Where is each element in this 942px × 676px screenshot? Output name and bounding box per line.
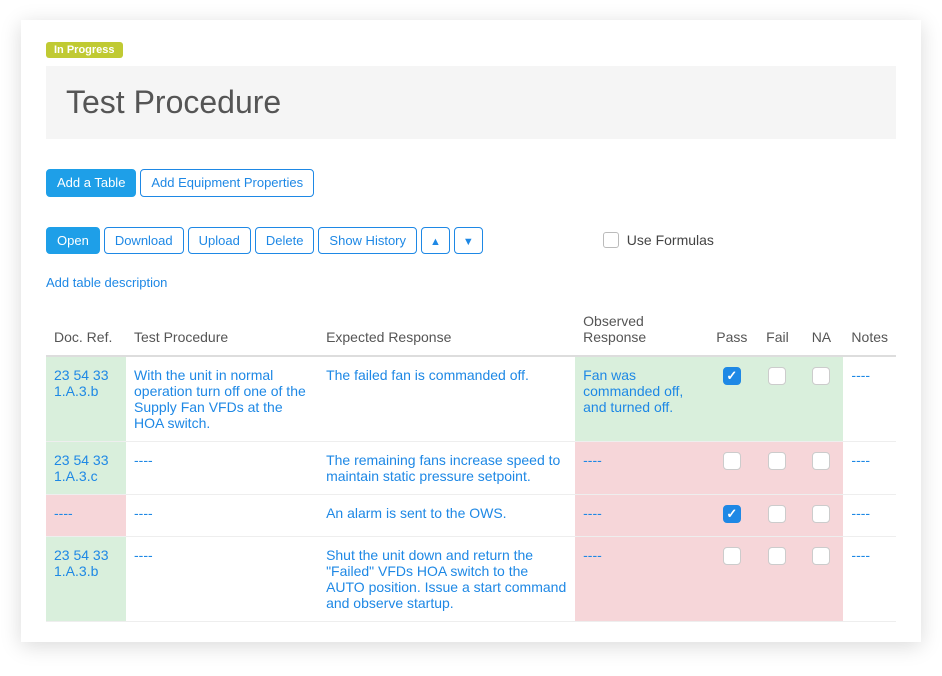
na-checkbox[interactable]	[812, 547, 830, 565]
fail-checkbox[interactable]	[768, 505, 786, 523]
fail-cell	[755, 537, 799, 622]
col-fail: Fail	[755, 305, 799, 356]
procedure-cell[interactable]: With the unit in normal operation turn o…	[126, 356, 318, 442]
table-row: --------An alarm is sent to the OWS.----…	[46, 495, 896, 537]
observed-cell[interactable]: ----	[575, 537, 708, 622]
open-button[interactable]: Open	[46, 227, 100, 255]
table-row: 23 54 33 1.A.3.b----Shut the unit down a…	[46, 537, 896, 622]
notes-cell[interactable]: ----	[843, 495, 896, 537]
notes-cell[interactable]: ----	[843, 356, 896, 442]
page-card: In Progress Test Procedure Add a Table A…	[21, 20, 921, 642]
fail-checkbox[interactable]	[768, 452, 786, 470]
use-formulas-label: Use Formulas	[627, 232, 714, 248]
add-table-button[interactable]: Add a Table	[46, 169, 136, 197]
doc-ref-cell[interactable]: 23 54 33 1.A.3.b	[46, 537, 126, 622]
na-checkbox[interactable]	[812, 452, 830, 470]
add-equipment-button[interactable]: Add Equipment Properties	[140, 169, 314, 197]
table-row: 23 54 33 1.A.3.c----The remaining fans i…	[46, 442, 896, 495]
pass-cell	[708, 495, 755, 537]
procedure-table: Doc. Ref. Test Procedure Expected Respon…	[46, 305, 896, 622]
fail-cell	[755, 495, 799, 537]
col-notes: Notes	[843, 305, 896, 356]
notes-cell[interactable]: ----	[843, 537, 896, 622]
move-down-button[interactable]: ▼	[454, 227, 483, 255]
doc-ref-cell[interactable]: ----	[46, 495, 126, 537]
use-formulas-toggle[interactable]: Use Formulas	[603, 232, 714, 248]
arrow-up-icon: ▲	[430, 236, 441, 248]
fail-checkbox[interactable]	[768, 547, 786, 565]
pass-checkbox[interactable]	[723, 505, 741, 523]
move-up-button[interactable]: ▲	[421, 227, 450, 255]
pass-checkbox[interactable]	[723, 547, 741, 565]
table-row: 23 54 33 1.A.3.bWith the unit in normal …	[46, 356, 896, 442]
na-cell	[799, 356, 843, 442]
pass-checkbox[interactable]	[723, 452, 741, 470]
pass-cell	[708, 356, 755, 442]
na-checkbox[interactable]	[812, 505, 830, 523]
observed-cell[interactable]: Fan was commanded off, and turned off.	[575, 356, 708, 442]
download-button[interactable]: Download	[104, 227, 184, 255]
expected-cell[interactable]: An alarm is sent to the OWS.	[318, 495, 575, 537]
pass-cell	[708, 537, 755, 622]
delete-button[interactable]: Delete	[255, 227, 315, 255]
procedure-cell[interactable]: ----	[126, 495, 318, 537]
expected-cell[interactable]: Shut the unit down and return the "Faile…	[318, 537, 575, 622]
show-history-button[interactable]: Show History	[318, 227, 417, 255]
arrow-down-icon: ▼	[463, 236, 474, 248]
fail-checkbox[interactable]	[768, 367, 786, 385]
toolbar-secondary: Open Download Upload Delete Show History…	[46, 227, 896, 255]
na-checkbox[interactable]	[812, 367, 830, 385]
col-pass: Pass	[708, 305, 755, 356]
col-observed: Observed Response	[575, 305, 708, 356]
doc-ref-cell[interactable]: 23 54 33 1.A.3.b	[46, 356, 126, 442]
add-table-description-link[interactable]: Add table description	[46, 275, 167, 290]
upload-button[interactable]: Upload	[188, 227, 251, 255]
checkbox-icon	[603, 232, 619, 248]
procedure-cell[interactable]: ----	[126, 537, 318, 622]
doc-ref-cell[interactable]: 23 54 33 1.A.3.c	[46, 442, 126, 495]
expected-cell[interactable]: The failed fan is commanded off.	[318, 356, 575, 442]
pass-cell	[708, 442, 755, 495]
observed-cell[interactable]: ----	[575, 442, 708, 495]
pass-checkbox[interactable]	[723, 367, 741, 385]
col-expected: Expected Response	[318, 305, 575, 356]
page-title: Test Procedure	[66, 84, 876, 121]
na-cell	[799, 537, 843, 622]
expected-cell[interactable]: The remaining fans increase speed to mai…	[318, 442, 575, 495]
col-test-procedure: Test Procedure	[126, 305, 318, 356]
fail-cell	[755, 356, 799, 442]
col-doc-ref: Doc. Ref.	[46, 305, 126, 356]
notes-cell[interactable]: ----	[843, 442, 896, 495]
col-na: NA	[799, 305, 843, 356]
title-bar: Test Procedure	[46, 66, 896, 139]
procedure-cell[interactable]: ----	[126, 442, 318, 495]
toolbar-primary: Add a Table Add Equipment Properties	[46, 169, 896, 197]
na-cell	[799, 442, 843, 495]
na-cell	[799, 495, 843, 537]
observed-cell[interactable]: ----	[575, 495, 708, 537]
status-badge: In Progress	[46, 42, 123, 58]
fail-cell	[755, 442, 799, 495]
